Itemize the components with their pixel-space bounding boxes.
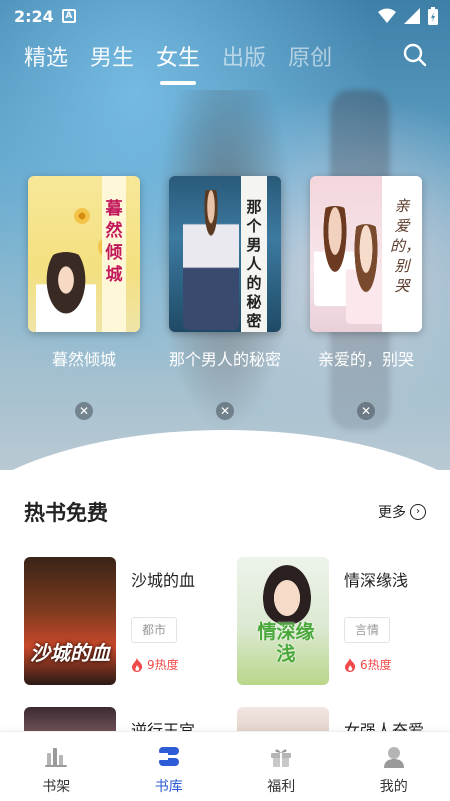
bottom-navigation: 书架 书库 福利 我的 bbox=[0, 731, 450, 801]
flower-decoration bbox=[74, 208, 90, 224]
heat-indicator: 6热度 bbox=[344, 656, 392, 673]
cover-title-text: 暮然倾城 bbox=[105, 199, 123, 285]
cover-illustration bbox=[183, 190, 239, 330]
status-bar: 2:24 A bbox=[0, 0, 450, 32]
cover-title-text: 亲爱的，别哭 bbox=[390, 197, 421, 295]
tab-female[interactable]: 女生 bbox=[156, 41, 200, 85]
chevron-right-icon: › bbox=[410, 504, 426, 520]
nav-profile[interactable]: 我的 bbox=[338, 732, 450, 801]
signal-icon bbox=[404, 8, 420, 24]
battery-charging-icon bbox=[428, 7, 438, 25]
heat-value: 6热度 bbox=[360, 658, 392, 672]
cover-title-text: 情深缘浅 bbox=[257, 621, 315, 665]
nav-label: 书架 bbox=[42, 778, 71, 795]
heat-value: 9热度 bbox=[147, 658, 179, 672]
tab-original[interactable]: 原创 bbox=[288, 41, 332, 77]
tab-published[interactable]: 出版 bbox=[222, 41, 266, 77]
tab-male[interactable]: 男生 bbox=[90, 41, 134, 77]
section-header: 热书免费 更多 › bbox=[24, 496, 426, 528]
wifi-icon bbox=[378, 8, 396, 23]
fire-icon bbox=[132, 657, 143, 672]
close-icon[interactable]: ✕ bbox=[357, 402, 375, 420]
featured-book-title[interactable]: 那个男人的秘密 bbox=[166, 346, 284, 370]
close-icon[interactable]: ✕ bbox=[216, 402, 234, 420]
close-icon[interactable]: ✕ bbox=[75, 402, 93, 420]
cover-title-text: 沙城的血 bbox=[30, 641, 110, 665]
status-time: 2:24 bbox=[14, 6, 54, 26]
gift-icon bbox=[271, 749, 292, 767]
nav-label: 书库 bbox=[154, 778, 183, 795]
fire-icon bbox=[345, 657, 356, 672]
more-label: 更多 bbox=[378, 505, 406, 521]
tab-featured[interactable]: 精选 bbox=[24, 41, 68, 77]
library-icon bbox=[158, 746, 179, 766]
book-title[interactable]: 沙城的血 bbox=[131, 567, 195, 591]
book-cover[interactable]: 情深缘浅 bbox=[237, 557, 329, 685]
a-notification-icon: A bbox=[61, 9, 76, 23]
genre-tag: 都市 bbox=[131, 617, 178, 643]
book-title[interactable]: 情深缘浅 bbox=[344, 567, 408, 591]
book-cover[interactable]: 沙城的血 bbox=[24, 557, 116, 685]
nav-label: 我的 bbox=[379, 778, 408, 795]
more-button[interactable]: 更多 › bbox=[378, 502, 426, 522]
book-list-item[interactable]: 沙城的血 沙城的血 都市 9热度 bbox=[24, 557, 224, 685]
cover-illustration bbox=[346, 224, 386, 324]
nav-label: 福利 bbox=[267, 778, 296, 795]
nav-bookshelf[interactable]: 书架 bbox=[0, 732, 113, 801]
category-tabs: 精选 男生 女生 出版 原创 bbox=[0, 34, 450, 85]
genre-tag: 言情 bbox=[344, 617, 391, 643]
featured-book-2[interactable]: 那个男人的秘密 那个男人的秘密 bbox=[169, 176, 281, 370]
featured-book-1[interactable]: 暮然倾城 暮然倾城 bbox=[28, 176, 140, 370]
book-cover[interactable]: 暮然倾城 bbox=[28, 176, 140, 332]
cover-illustration bbox=[263, 565, 311, 625]
featured-book-title[interactable]: 亲爱的，别哭 bbox=[307, 346, 425, 370]
featured-book-title[interactable]: 暮然倾城 bbox=[25, 346, 143, 370]
cover-illustration bbox=[36, 252, 96, 332]
hero-curve-divider bbox=[0, 430, 450, 470]
section-title: 热书免费 bbox=[24, 501, 108, 525]
bookshelf-icon bbox=[45, 747, 68, 767]
heat-indicator: 9热度 bbox=[131, 656, 179, 673]
featured-book-3[interactable]: 亲爱的，别哭 亲爱的，别哭 bbox=[310, 176, 422, 370]
book-list-item[interactable]: 情深缘浅 情深缘浅 言情 6热度 bbox=[237, 557, 437, 685]
book-cover[interactable]: 那个男人的秘密 bbox=[169, 176, 281, 332]
cover-title-text: 那个男人的秘密 bbox=[246, 198, 262, 330]
book-cover[interactable]: 亲爱的，别哭 bbox=[310, 176, 422, 332]
profile-icon bbox=[383, 746, 404, 768]
nav-library[interactable]: 书库 bbox=[113, 732, 226, 801]
search-icon[interactable] bbox=[402, 42, 428, 68]
nav-welfare[interactable]: 福利 bbox=[225, 732, 338, 801]
